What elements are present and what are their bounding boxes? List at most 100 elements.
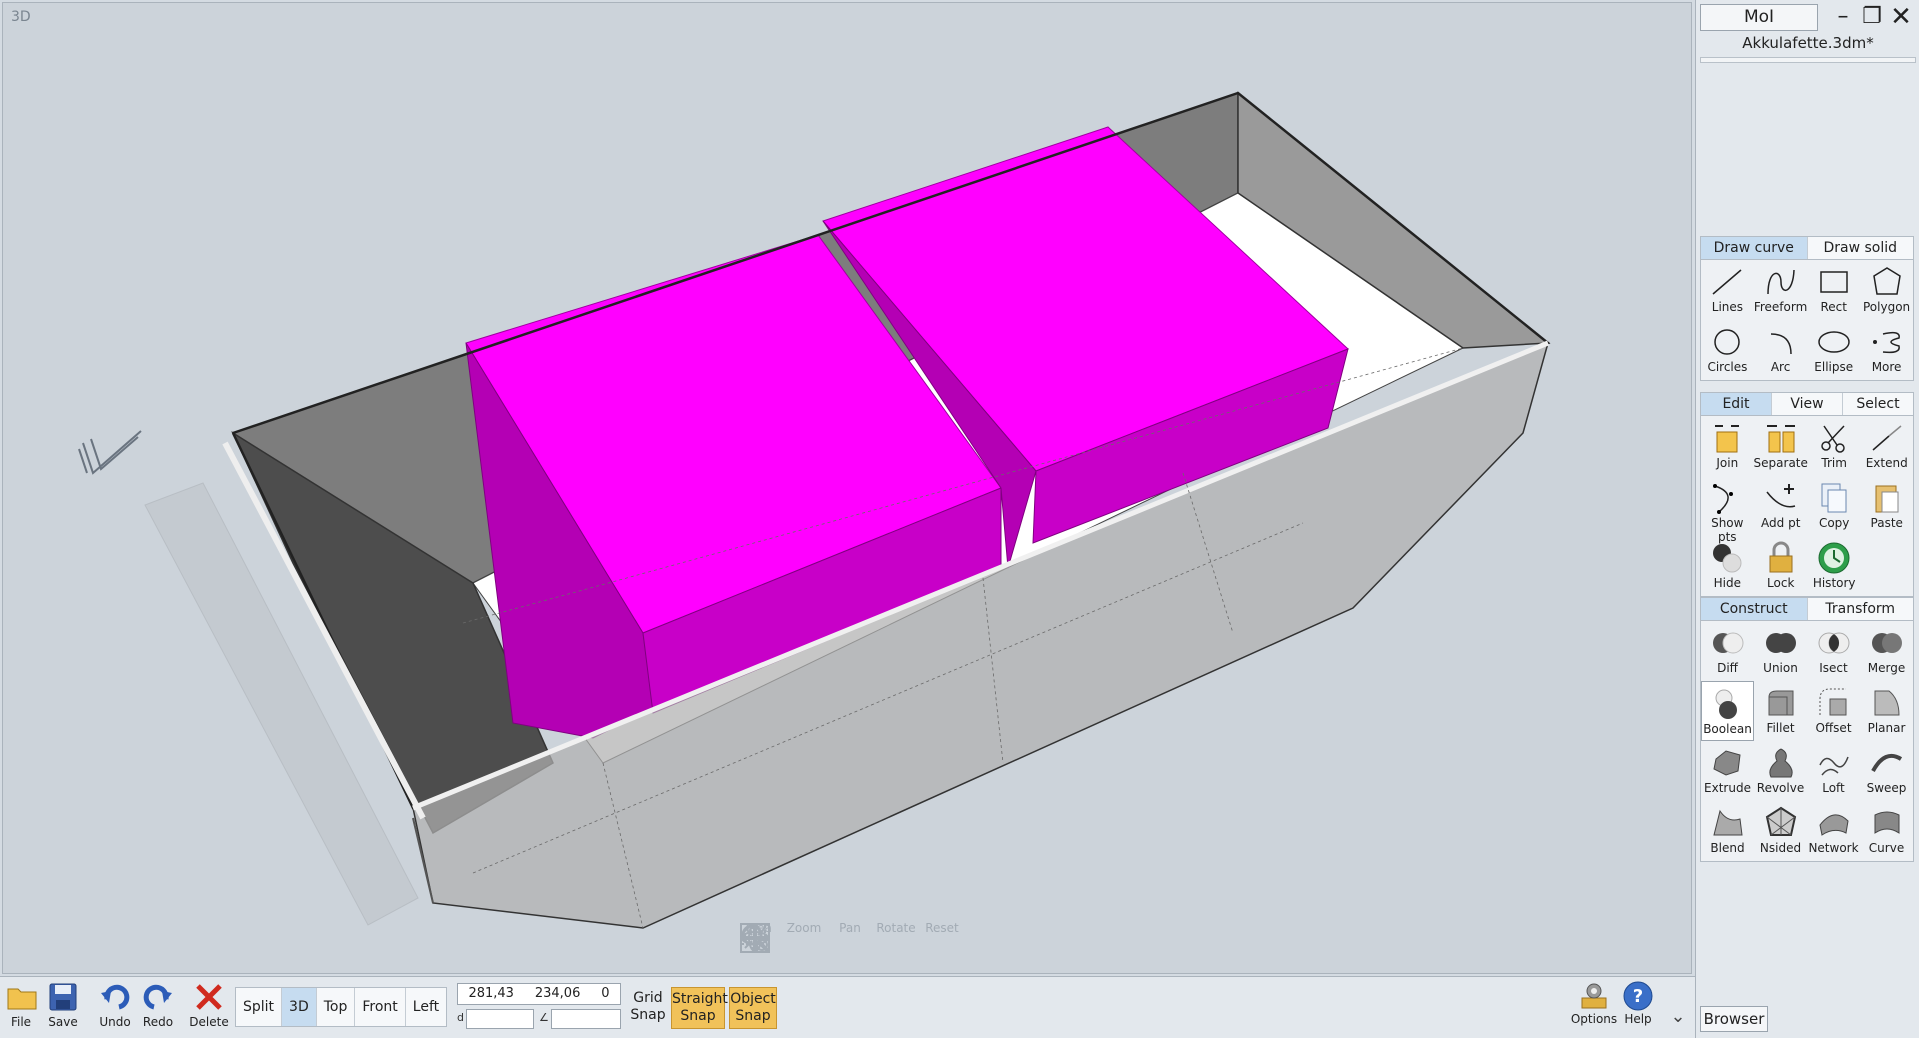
file-button[interactable]: File <box>6 981 37 1029</box>
boolean-button[interactable]: Boolean <box>1701 681 1754 741</box>
blend-icon <box>1712 809 1743 836</box>
minimize-icon[interactable]: – <box>1828 3 1858 33</box>
fillet-button[interactable]: Fillet <box>1754 681 1807 741</box>
coord-x: 281,43 <box>468 986 514 1001</box>
tab-draw-solid[interactable]: Draw solid <box>1808 237 1914 259</box>
tab-front-view[interactable]: Front <box>355 988 406 1026</box>
edit-tabbar: Edit View Select <box>1700 392 1914 416</box>
scene-drawing[interactable] <box>3 3 1692 974</box>
offset-button[interactable]: Offset <box>1807 681 1860 741</box>
chevron-down-icon[interactable]: ⌄ <box>1666 1006 1690 1027</box>
view-navigation-tools: Area Zoom Pan Rotate Reset <box>738 921 962 953</box>
coord-y: 234,06 <box>534 986 581 1001</box>
tab-draw-curve[interactable]: Draw curve <box>1701 237 1808 259</box>
viewport-label: 3D <box>11 9 31 25</box>
show-pts-button[interactable]: Show pts <box>1701 476 1754 544</box>
reset-view-button[interactable]: Reset <box>740 921 962 953</box>
command-panel: MoI – ❐ ✕ Akkulafette.3dm* Draw curve Dr… <box>1695 0 1919 1038</box>
copy-icon <box>1821 483 1847 513</box>
separate-button[interactable]: Separate <box>1754 416 1808 476</box>
circles-button[interactable]: Circles <box>1701 320 1754 380</box>
merge-button[interactable]: Merge <box>1860 621 1913 681</box>
tab-split-view[interactable]: Split <box>236 988 283 1026</box>
tab-top-view[interactable]: Top <box>317 988 356 1026</box>
angle-input[interactable] <box>551 1009 621 1029</box>
union-button[interactable]: Union <box>1754 621 1807 681</box>
more-button[interactable]: More <box>1860 320 1913 380</box>
line-icon <box>1712 269 1742 295</box>
extrude-button[interactable]: Extrude <box>1701 741 1754 801</box>
blend-button[interactable]: Blend <box>1701 801 1754 861</box>
copy-button[interactable]: Copy <box>1808 476 1861 536</box>
zoom-button[interactable]: Zoom <box>741 921 824 953</box>
draw-tools: Lines Freeform Rect Polygon Circles Arc … <box>1700 260 1914 381</box>
loft-button[interactable]: Loft <box>1807 741 1860 801</box>
coordinate-readout[interactable]: 281,43 234,06 0 <box>457 983 621 1005</box>
distance-input[interactable] <box>466 1009 534 1029</box>
polygon-button[interactable]: Polygon <box>1860 260 1913 320</box>
tab-select[interactable]: Select <box>1843 393 1913 415</box>
network-button[interactable]: Network <box>1807 801 1860 861</box>
delete-x-icon <box>196 984 222 1010</box>
tab-construct[interactable]: Construct <box>1701 598 1808 620</box>
hide-button[interactable]: Hide <box>1701 536 1754 596</box>
revolve-button[interactable]: Revolve <box>1754 741 1807 801</box>
straight-snap-toggle[interactable]: Straight Snap <box>671 987 728 1029</box>
browser-button[interactable]: Browser <box>1700 1006 1768 1032</box>
bottom-toolbar: File Save Undo Redo Delete Split 3D Top … <box>0 976 1695 1038</box>
construct-tabbar: Construct Transform <box>1700 597 1914 621</box>
polygon-icon <box>1872 267 1901 295</box>
spiral-icon <box>1872 331 1900 354</box>
diff-button[interactable]: Diff <box>1701 621 1754 681</box>
restore-icon[interactable]: ❐ <box>1857 3 1887 33</box>
app-menu-button[interactable]: MoI <box>1700 4 1818 31</box>
arc-button[interactable]: Arc <box>1754 320 1807 380</box>
ellipse-button[interactable]: Ellipse <box>1807 320 1860 380</box>
lines-button[interactable]: Lines <box>1701 260 1754 320</box>
network-icon <box>1818 814 1849 836</box>
join-button[interactable]: Join <box>1701 416 1754 476</box>
save-icon <box>49 983 77 1011</box>
nsided-button[interactable]: Nsided <box>1754 801 1807 861</box>
redo-icon <box>143 984 172 1010</box>
hide-icon <box>1713 544 1742 573</box>
add-point-icon <box>1766 484 1795 508</box>
sweep-button[interactable]: Sweep <box>1860 741 1913 801</box>
options-button[interactable]: Options <box>1570 980 1618 1026</box>
boolean-merge-icon <box>1871 633 1902 653</box>
tab-view[interactable]: View <box>1772 393 1843 415</box>
extend-button[interactable]: Extend <box>1860 416 1913 476</box>
save-button[interactable]: Save <box>46 981 80 1029</box>
planar-button[interactable]: Planar <box>1860 681 1913 741</box>
reset-view-icon <box>740 923 770 953</box>
grid-snap-toggle[interactable]: Grid Snap <box>628 987 668 1029</box>
paste-button[interactable]: Paste <box>1860 476 1913 536</box>
tab-edit[interactable]: Edit <box>1701 393 1772 415</box>
delete-button[interactable]: Delete <box>189 981 229 1029</box>
3d-viewport[interactable]: 3D Area Zoom Pan Rotate Reset <box>2 2 1692 974</box>
isect-button[interactable]: Isect <box>1807 621 1860 681</box>
redo-button[interactable]: Redo <box>141 981 175 1029</box>
undo-button[interactable]: Undo <box>98 981 132 1029</box>
pan-button[interactable]: Pan <box>740 921 870 953</box>
tab-3d-view[interactable]: 3D <box>282 988 317 1026</box>
boolean-union-icon <box>1765 633 1796 653</box>
rotate-button[interactable]: Rotate <box>741 921 916 952</box>
trim-button[interactable]: Trim <box>1808 416 1861 476</box>
tab-transform[interactable]: Transform <box>1808 598 1914 620</box>
freeform-button[interactable]: Freeform <box>1754 260 1807 320</box>
help-icon: ? <box>1623 981 1653 1011</box>
close-icon[interactable]: ✕ <box>1886 3 1916 33</box>
rect-button[interactable]: Rect <box>1807 260 1860 320</box>
scissors-icon <box>1821 425 1845 453</box>
svg-text:?: ? <box>1633 986 1643 1007</box>
tab-left-view[interactable]: Left <box>406 988 446 1026</box>
revolve-icon <box>1768 748 1793 778</box>
lock-button[interactable]: Lock <box>1754 536 1808 596</box>
history-button[interactable]: History <box>1808 536 1861 596</box>
curve-button[interactable]: Curve <box>1860 801 1913 861</box>
freeform-curve-icon <box>1766 269 1795 295</box>
object-snap-toggle[interactable]: Object Snap <box>729 987 777 1029</box>
help-button[interactable]: ? Help <box>1622 980 1654 1026</box>
add-pt-button[interactable]: Add pt <box>1754 476 1808 536</box>
